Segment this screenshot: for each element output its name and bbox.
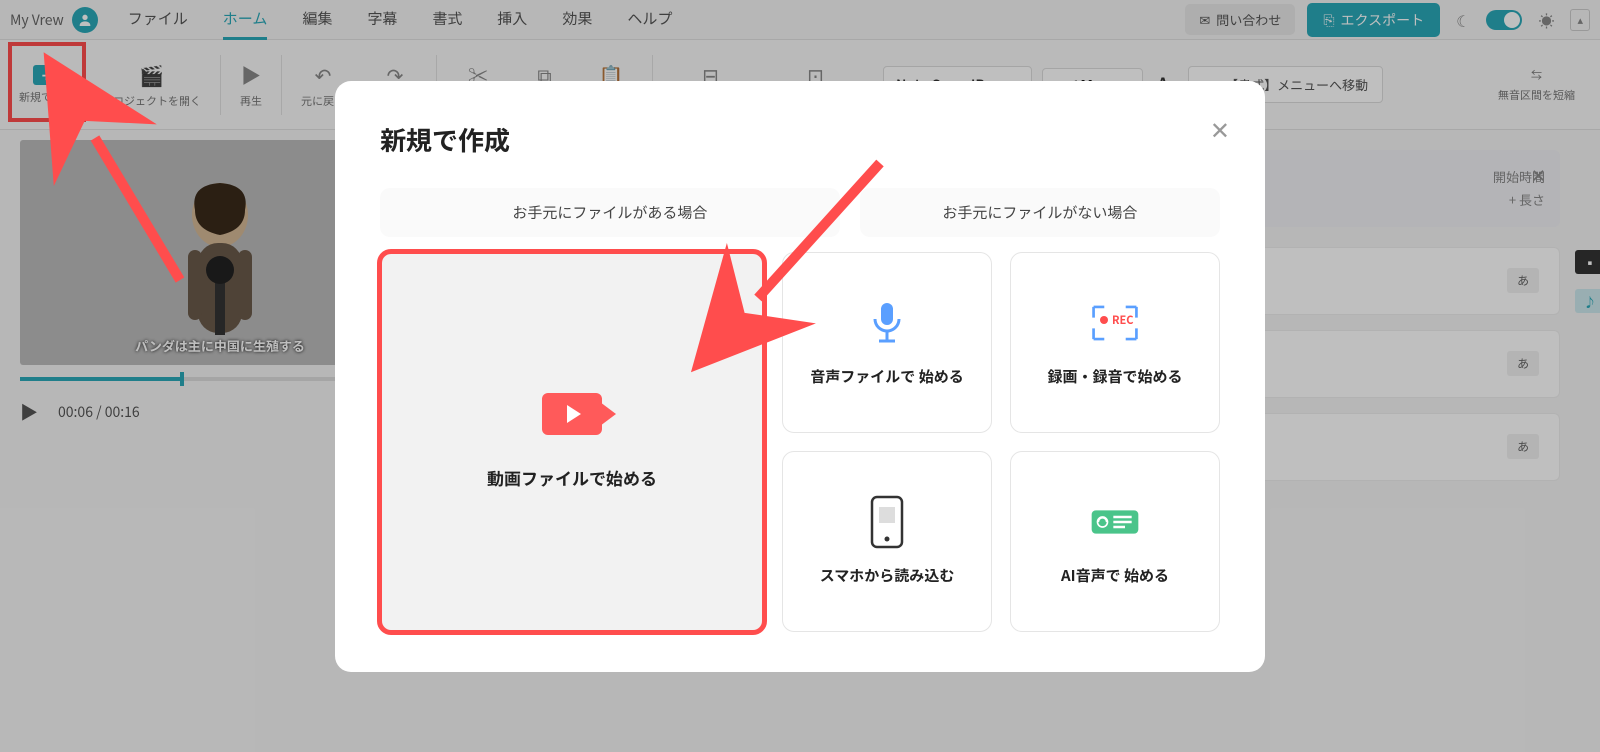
ai-voice-card[interactable]: AI音声で 始める <box>1010 451 1220 632</box>
card-title: 動画ファイルで始める <box>487 465 657 490</box>
highlight-border <box>377 249 767 635</box>
right-cards: 音声ファイルで 始める REC 録画・録音で始める <box>782 252 1220 632</box>
tab-no-file: お手元にファイルがない場合 <box>860 188 1220 237</box>
microphone-icon <box>862 298 912 348</box>
record-card[interactable]: REC 録画・録音で始める <box>1010 252 1220 433</box>
card-title: 音声ファイルで 始める <box>810 366 963 387</box>
audio-file-card[interactable]: 音声ファイルで 始める <box>782 252 992 433</box>
phone-icon <box>862 497 912 547</box>
modal-title: 新規で作成 <box>380 121 1220 158</box>
card-title: スマホから読み込む <box>820 565 955 586</box>
video-file-card[interactable]: 動画ファイルで始める <box>380 252 764 632</box>
ai-voice-icon <box>1090 497 1140 547</box>
phone-import-card[interactable]: スマホから読み込む <box>782 451 992 632</box>
card-title: 録画・録音で始める <box>1047 366 1182 387</box>
rec-label: REC <box>1112 312 1133 328</box>
modal-tabs: お手元にファイルがある場合 お手元にファイルがない場合 <box>380 188 1220 237</box>
close-icon[interactable]: ✕ <box>1210 111 1230 146</box>
record-icon: REC <box>1090 298 1140 348</box>
video-camera-icon <box>542 393 602 435</box>
card-title: AI音声で 始める <box>1061 565 1169 586</box>
new-project-modal: 新規で作成 ✕ お手元にファイルがある場合 お手元にファイルがない場合 動画ファ… <box>335 81 1265 672</box>
modal-overlay: 新規で作成 ✕ お手元にファイルがある場合 お手元にファイルがない場合 動画ファ… <box>0 0 1600 752</box>
cards-grid: 動画ファイルで始める 音声ファイルで 始める REC <box>380 252 1220 632</box>
tab-has-file: お手元にファイルがある場合 <box>380 188 840 237</box>
